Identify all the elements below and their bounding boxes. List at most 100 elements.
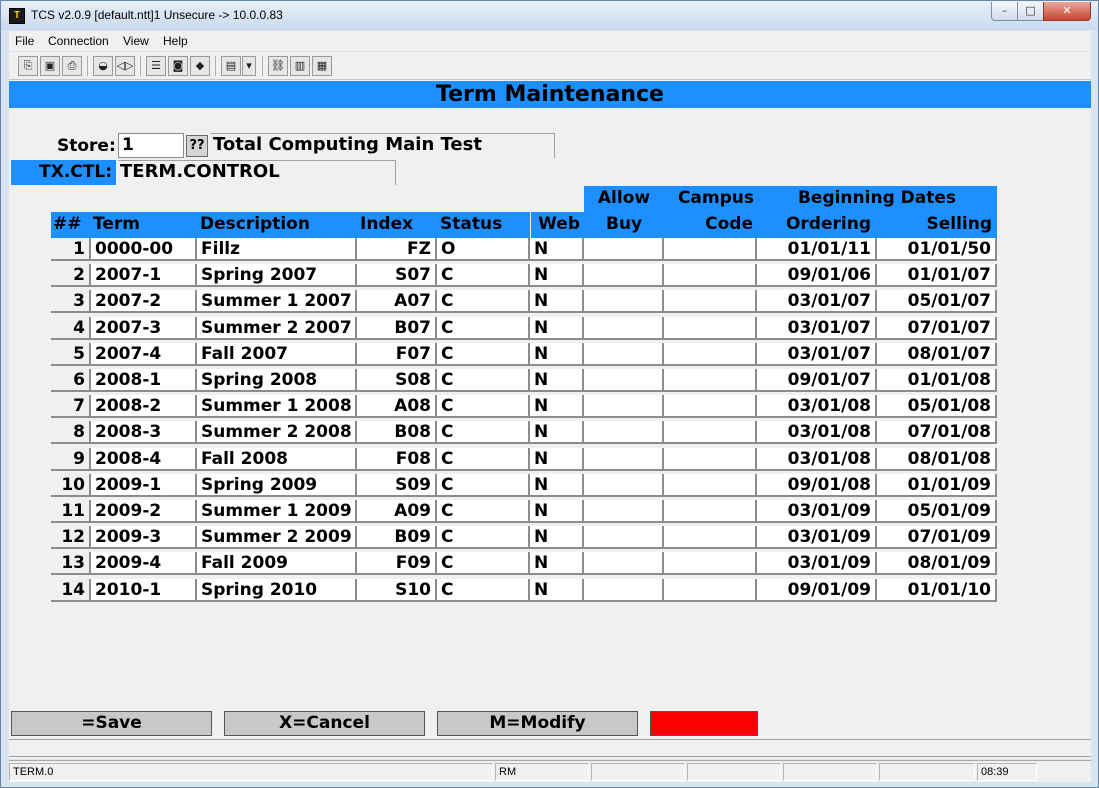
ordering-date-cell[interactable]: 03/01/07 bbox=[757, 343, 877, 366]
campus-code-cell[interactable] bbox=[664, 579, 757, 602]
chart-icon[interactable]: ▥ bbox=[290, 56, 310, 76]
ordering-date-cell[interactable]: 03/01/09 bbox=[757, 526, 877, 549]
status-cell[interactable]: C bbox=[437, 474, 530, 497]
term-cell[interactable]: 2008-2 bbox=[91, 395, 197, 418]
ordering-date-cell[interactable]: 09/01/07 bbox=[757, 369, 877, 392]
sound-icon[interactable]: ◁▷ bbox=[115, 56, 135, 76]
cancel-button[interactable]: X=Cancel bbox=[224, 711, 425, 736]
ordering-date-cell[interactable]: 03/01/08 bbox=[757, 448, 877, 471]
status-cell[interactable]: C bbox=[437, 421, 530, 444]
web-cell[interactable]: N bbox=[530, 395, 584, 418]
selling-date-cell[interactable]: 01/01/10 bbox=[877, 579, 997, 602]
term-cell[interactable]: 2009-1 bbox=[91, 474, 197, 497]
web-cell[interactable]: N bbox=[530, 474, 584, 497]
description-cell[interactable]: Fall 2008 bbox=[197, 448, 357, 471]
campus-code-cell[interactable] bbox=[664, 395, 757, 418]
store-input[interactable]: 1 bbox=[118, 133, 184, 158]
properties-icon[interactable]: ☰ bbox=[146, 56, 166, 76]
status-cell[interactable]: C bbox=[437, 500, 530, 523]
menu-help[interactable]: Help bbox=[163, 34, 188, 48]
index-cell[interactable]: F07 bbox=[357, 343, 437, 366]
menu-file[interactable]: File bbox=[15, 34, 34, 48]
selling-date-cell[interactable]: 08/01/09 bbox=[877, 552, 997, 575]
ordering-date-cell[interactable]: 01/01/11 bbox=[757, 238, 877, 261]
status-cell[interactable]: C bbox=[437, 448, 530, 471]
allow-buy-cell[interactable] bbox=[584, 448, 664, 471]
ordering-date-cell[interactable]: 03/01/07 bbox=[757, 290, 877, 313]
web-cell[interactable]: N bbox=[530, 526, 584, 549]
campus-code-cell[interactable] bbox=[664, 500, 757, 523]
index-cell[interactable]: B09 bbox=[357, 526, 437, 549]
status-cell[interactable]: O bbox=[437, 238, 530, 261]
menu-connection[interactable]: Connection bbox=[48, 34, 109, 48]
web-cell[interactable]: N bbox=[530, 421, 584, 444]
status-cell[interactable]: C bbox=[437, 369, 530, 392]
status-cell[interactable]: C bbox=[437, 317, 530, 340]
campus-code-cell[interactable] bbox=[664, 369, 757, 392]
network-icon[interactable]: ⛓ bbox=[268, 56, 288, 76]
index-cell[interactable]: B07 bbox=[357, 317, 437, 340]
status-cell[interactable]: C bbox=[437, 552, 530, 575]
ordering-date-cell[interactable]: 03/01/09 bbox=[757, 500, 877, 523]
term-cell[interactable]: 0000-00 bbox=[91, 238, 197, 261]
index-cell[interactable]: S07 bbox=[357, 264, 437, 287]
book-icon[interactable]: ◆ bbox=[190, 56, 210, 76]
copy-icon[interactable]: ⎘ bbox=[18, 56, 38, 76]
allow-buy-cell[interactable] bbox=[584, 238, 664, 261]
description-cell[interactable]: Spring 2010 bbox=[197, 579, 357, 602]
term-cell[interactable]: 2007-2 bbox=[91, 290, 197, 313]
index-cell[interactable]: S08 bbox=[357, 369, 437, 392]
selling-date-cell[interactable]: 05/01/09 bbox=[877, 500, 997, 523]
description-cell[interactable]: Spring 2008 bbox=[197, 369, 357, 392]
term-cell[interactable]: 2008-4 bbox=[91, 448, 197, 471]
description-cell[interactable]: Summer 1 2008 bbox=[197, 395, 357, 418]
term-cell[interactable]: 2009-3 bbox=[91, 526, 197, 549]
status-cell[interactable]: C bbox=[437, 526, 530, 549]
store-lookup-button[interactable]: ?? bbox=[186, 135, 208, 157]
ordering-date-cell[interactable]: 03/01/09 bbox=[757, 552, 877, 575]
term-cell[interactable]: 2007-3 bbox=[91, 317, 197, 340]
campus-code-cell[interactable] bbox=[664, 317, 757, 340]
index-cell[interactable]: A09 bbox=[357, 500, 437, 523]
modify-button[interactable]: M=Modify bbox=[437, 711, 638, 736]
selling-date-cell[interactable]: 08/01/08 bbox=[877, 448, 997, 471]
title-bar[interactable]: T TCS v2.0.9 [default.ntt]1 Unsecure -> … bbox=[1, 1, 1098, 30]
allow-buy-cell[interactable] bbox=[584, 526, 664, 549]
term-cell[interactable]: 2007-1 bbox=[91, 264, 197, 287]
campus-code-cell[interactable] bbox=[664, 552, 757, 575]
selling-date-cell[interactable]: 05/01/07 bbox=[877, 290, 997, 313]
status-cell[interactable]: C bbox=[437, 343, 530, 366]
allow-buy-cell[interactable] bbox=[584, 264, 664, 287]
selling-date-cell[interactable]: 01/01/07 bbox=[877, 264, 997, 287]
term-cell[interactable]: 2009-4 bbox=[91, 552, 197, 575]
index-cell[interactable]: F08 bbox=[357, 448, 437, 471]
ordering-date-cell[interactable]: 09/01/06 bbox=[757, 264, 877, 287]
web-cell[interactable]: N bbox=[530, 290, 584, 313]
web-cell[interactable]: N bbox=[530, 317, 584, 340]
web-cell[interactable]: N bbox=[530, 264, 584, 287]
index-cell[interactable]: B08 bbox=[357, 421, 437, 444]
allow-buy-cell[interactable] bbox=[584, 579, 664, 602]
allow-buy-cell[interactable] bbox=[584, 421, 664, 444]
web-cell[interactable]: N bbox=[530, 369, 584, 392]
save-icon[interactable]: ▣ bbox=[40, 56, 60, 76]
description-cell[interactable]: Spring 2009 bbox=[197, 474, 357, 497]
menu-view[interactable]: View bbox=[123, 34, 149, 48]
ordering-date-cell[interactable]: 03/01/08 bbox=[757, 395, 877, 418]
ordering-date-cell[interactable]: 09/01/09 bbox=[757, 579, 877, 602]
index-cell[interactable]: A07 bbox=[357, 290, 437, 313]
dropdown-icon[interactable]: ▾ bbox=[242, 56, 256, 76]
selling-date-cell[interactable]: 07/01/08 bbox=[877, 421, 997, 444]
web-cell[interactable]: N bbox=[530, 500, 584, 523]
term-cell[interactable]: 2010-1 bbox=[91, 579, 197, 602]
selling-date-cell[interactable]: 01/01/09 bbox=[877, 474, 997, 497]
description-cell[interactable]: Fall 2007 bbox=[197, 343, 357, 366]
description-cell[interactable]: Summer 1 2007 bbox=[197, 290, 357, 313]
status-cell[interactable]: C bbox=[437, 290, 530, 313]
ordering-date-cell[interactable]: 03/01/08 bbox=[757, 421, 877, 444]
campus-code-cell[interactable] bbox=[664, 474, 757, 497]
web-cell[interactable]: N bbox=[530, 552, 584, 575]
index-cell[interactable]: S10 bbox=[357, 579, 437, 602]
selling-date-cell[interactable]: 01/01/50 bbox=[877, 238, 997, 261]
description-cell[interactable]: Fall 2009 bbox=[197, 552, 357, 575]
